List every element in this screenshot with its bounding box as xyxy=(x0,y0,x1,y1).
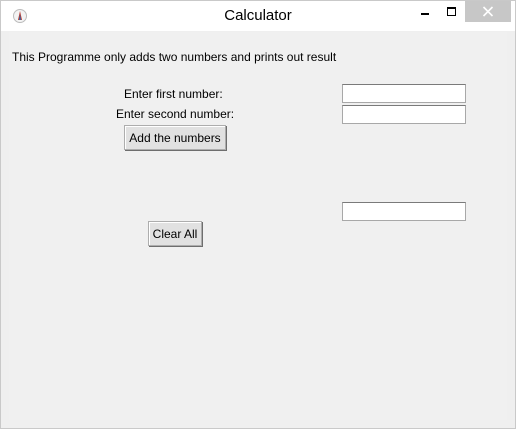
close-button[interactable] xyxy=(465,1,511,22)
main-panel: This Programme only adds two numbers and… xyxy=(9,32,507,420)
result-field[interactable] xyxy=(342,202,466,221)
title-bar[interactable]: Calculator xyxy=(1,1,515,31)
close-icon xyxy=(482,6,494,17)
clear-all-button[interactable]: Clear All xyxy=(148,221,202,246)
minimize-button[interactable] xyxy=(412,1,438,22)
calculator-window: Calculator This Programme only adds two … xyxy=(0,0,516,429)
first-number-label: Enter first number: xyxy=(124,87,223,101)
second-number-input[interactable] xyxy=(342,105,466,124)
maximize-button[interactable] xyxy=(439,1,465,22)
maximize-icon xyxy=(447,7,456,16)
description-label: This Programme only adds two numbers and… xyxy=(12,50,337,64)
minimize-icon xyxy=(421,13,429,15)
first-number-input[interactable] xyxy=(342,84,466,103)
second-number-label: Enter second number: xyxy=(116,107,235,121)
add-numbers-button[interactable]: Add the numbers xyxy=(124,125,226,150)
